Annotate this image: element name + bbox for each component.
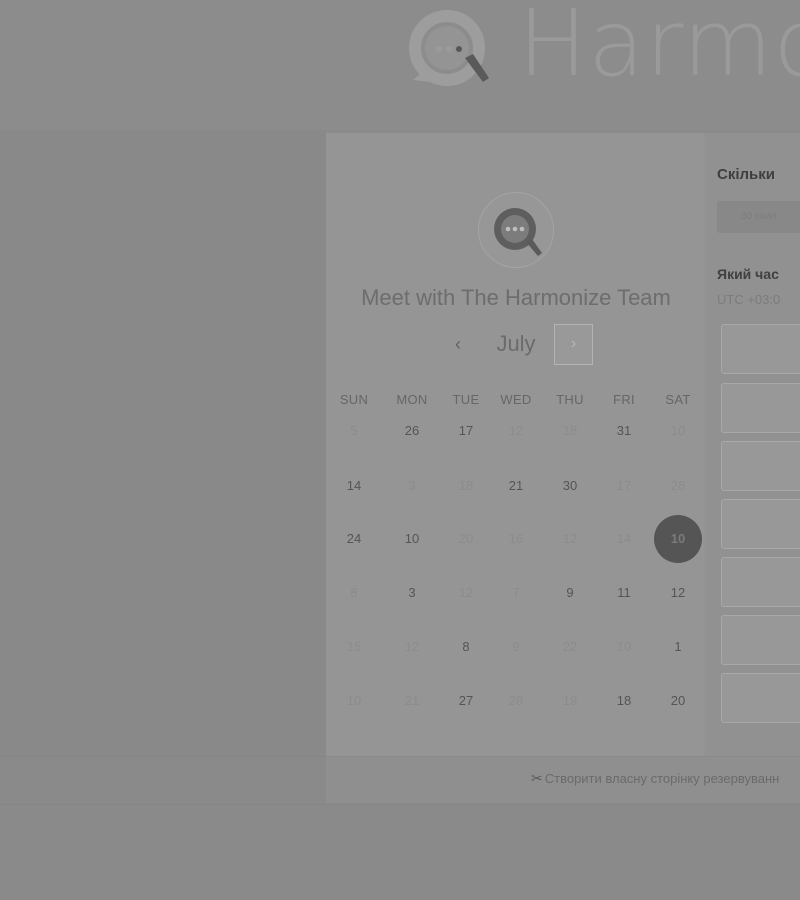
calendar-day: 18 bbox=[458, 478, 474, 493]
time-slot[interactable] bbox=[721, 324, 800, 374]
calendar-day: 10 bbox=[670, 423, 686, 438]
calendar-day: 5 bbox=[350, 423, 358, 438]
calendar-day: 10 bbox=[346, 693, 362, 708]
weekday-header: TUE bbox=[452, 392, 480, 407]
calendar-day: 28 bbox=[508, 693, 524, 708]
calendar-day: 12 bbox=[562, 531, 578, 546]
card-footer: ✂ Створити власну сторінку резервуванн bbox=[326, 756, 800, 803]
calendar-day[interactable]: 18 bbox=[606, 691, 642, 711]
calendar-day[interactable]: 21 bbox=[498, 476, 534, 496]
calendar-day[interactable]: 31 bbox=[606, 421, 642, 441]
duration-option[interactable]: 30 хвил bbox=[717, 201, 800, 233]
meeting-title: Meet with The Harmonize Team bbox=[361, 285, 671, 310]
calendar-day: 22 bbox=[562, 639, 578, 654]
calendar-day: 10 bbox=[616, 639, 632, 654]
create-booking-page-link[interactable]: ✂ Створити власну сторінку резервуванн bbox=[531, 770, 779, 787]
divider bbox=[0, 804, 800, 805]
booking-card: Meet with The Harmonize Team ‹ July › SU… bbox=[326, 133, 800, 803]
calendar-day: 18 bbox=[562, 423, 578, 438]
calendar-panel: Meet with The Harmonize Team ‹ July › SU… bbox=[326, 133, 706, 756]
page-header: Harmo bbox=[0, 0, 800, 130]
calendar-day[interactable]: 11 bbox=[606, 583, 642, 603]
weekday-header: SAT bbox=[665, 392, 691, 407]
timezone-selector[interactable]: UTC +03:0 bbox=[717, 292, 780, 307]
calendar-day[interactable]: 3 bbox=[394, 583, 430, 603]
calendar-day: 28 bbox=[670, 478, 686, 493]
time-selection-panel: Скільки 30 хвил Який час UTC +03:0 bbox=[707, 133, 800, 756]
calendar-day: 8 bbox=[350, 585, 358, 600]
weekday-header: THU bbox=[556, 392, 584, 407]
calendar-day: 21 bbox=[404, 693, 420, 708]
weekday-header: MON bbox=[396, 392, 428, 407]
calendar-day: 12 bbox=[404, 639, 420, 654]
duration-label: Скільки bbox=[717, 166, 775, 183]
calendar-day[interactable]: 8 bbox=[448, 637, 484, 657]
calendar-day: 14 bbox=[616, 531, 632, 546]
calendar-day: 19 bbox=[562, 693, 578, 708]
calendar-day[interactable]: 27 bbox=[448, 691, 484, 711]
chat-bubble-icon bbox=[494, 208, 542, 256]
weekday-header: FRI bbox=[613, 392, 635, 407]
calendar-day[interactable]: 10 bbox=[394, 529, 430, 549]
time-slot[interactable] bbox=[721, 673, 800, 723]
calendar-day: 3 bbox=[408, 478, 416, 493]
selected-day[interactable]: 10 bbox=[654, 515, 702, 563]
time-slot[interactable] bbox=[721, 499, 800, 549]
previous-month-button[interactable]: ‹ bbox=[443, 329, 473, 359]
next-month-button[interactable]: › bbox=[554, 324, 593, 365]
calendar-day: 15 bbox=[346, 639, 362, 654]
time-slot[interactable] bbox=[721, 615, 800, 665]
calendar-day[interactable]: 9 bbox=[552, 583, 588, 603]
time-slot[interactable] bbox=[721, 383, 800, 433]
calendar-day: 12 bbox=[458, 585, 474, 600]
calendar-day: 9 bbox=[512, 639, 520, 654]
time-slot[interactable] bbox=[721, 557, 800, 607]
month-label: July bbox=[496, 331, 536, 356]
calendar-day[interactable]: 1 bbox=[660, 637, 696, 657]
calendar-day[interactable]: 26 bbox=[394, 421, 430, 441]
chevron-right-icon: › bbox=[570, 335, 577, 352]
calendar-day: 12 bbox=[508, 423, 524, 438]
calendar-day: 20 bbox=[458, 531, 474, 546]
calendar-day[interactable]: 17 bbox=[448, 421, 484, 441]
calendar-day: 17 bbox=[616, 478, 632, 493]
calendar-day: 7 bbox=[512, 585, 520, 600]
time-label: Який час bbox=[717, 266, 779, 282]
calendar-day[interactable]: 24 bbox=[336, 529, 372, 549]
brand-name: Harmo bbox=[518, 0, 800, 97]
chevron-left-icon: ‹ bbox=[455, 334, 461, 354]
weekday-header: WED bbox=[500, 392, 532, 407]
page-background bbox=[0, 130, 326, 756]
calendar-day[interactable]: 12 bbox=[660, 583, 696, 603]
hubspot-sprocket-icon: ✂ bbox=[531, 770, 543, 786]
calendar-day[interactable]: 20 bbox=[660, 691, 696, 711]
time-slot[interactable] bbox=[721, 441, 800, 491]
calendar-day[interactable]: 30 bbox=[552, 476, 588, 496]
calendar-day: 16 bbox=[508, 531, 524, 546]
weekday-header: SUN bbox=[339, 392, 369, 407]
host-avatar bbox=[478, 192, 554, 268]
footer-link-label: Створити власну сторінку резервуванн bbox=[544, 771, 780, 786]
harmonize-logo-icon bbox=[409, 10, 489, 86]
calendar-day[interactable]: 14 bbox=[336, 476, 372, 496]
